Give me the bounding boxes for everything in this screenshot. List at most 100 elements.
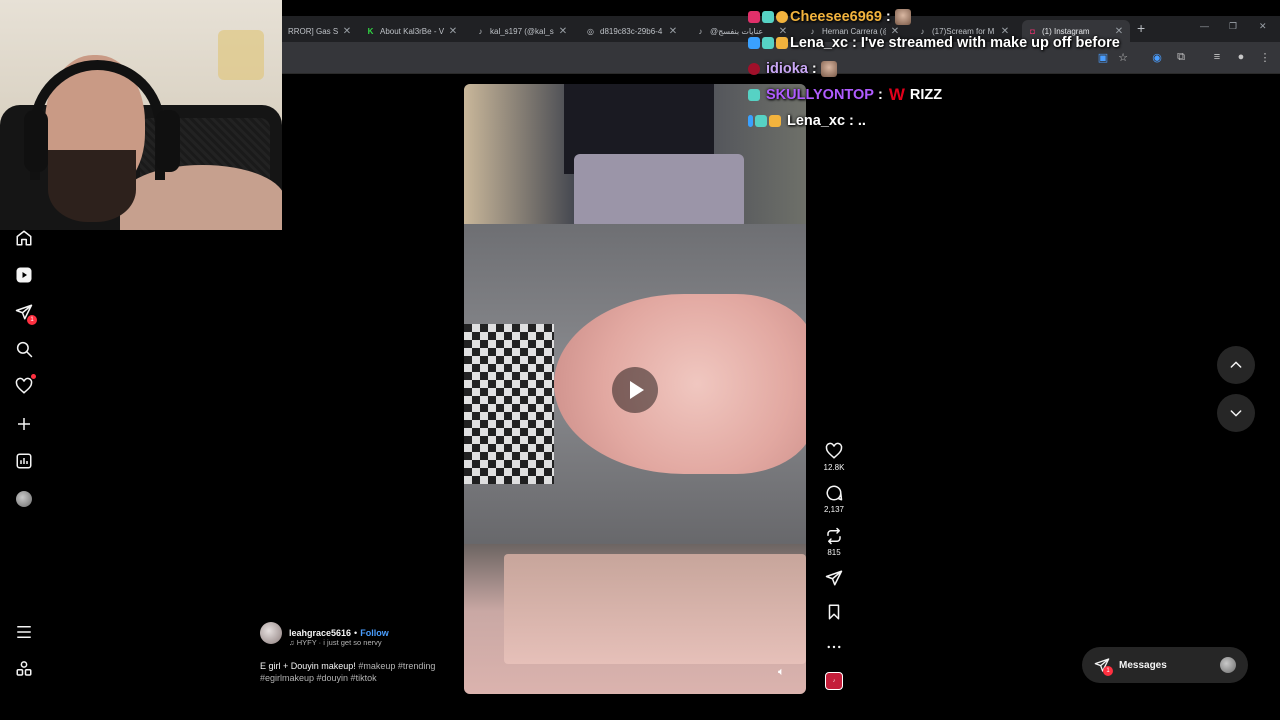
diamond-badge-icon xyxy=(762,37,774,49)
new-tab-button[interactable]: + xyxy=(1137,20,1145,36)
more-options-button[interactable] xyxy=(814,638,854,656)
chat-text: : xyxy=(811,61,817,77)
video-hanging-shirt xyxy=(574,154,744,229)
repost-icon xyxy=(827,527,841,545)
dashboard-icon xyxy=(16,453,32,469)
heart-icon xyxy=(15,377,33,394)
browser-tab[interactable]: ♪ kal_s197 (@kal_s1 ✕ xyxy=(470,20,574,42)
nav-meta-apps[interactable] xyxy=(14,659,34,679)
play-button[interactable] xyxy=(612,367,658,413)
plus-icon xyxy=(18,418,30,430)
tiktok-icon: ♪ xyxy=(698,26,703,36)
comment-button[interactable]: 2,137 xyxy=(814,484,854,514)
repost-button[interactable]: 815 xyxy=(814,527,854,557)
close-icon[interactable]: ✕ xyxy=(558,26,568,37)
browser-tab[interactable]: K About Kal3rBe - V ✕ xyxy=(360,20,464,42)
close-icon[interactable]: ✕ xyxy=(342,26,352,37)
kick-icon: K xyxy=(367,26,374,36)
video-table xyxy=(504,554,806,664)
audio-thumbnail[interactable]: ♪ xyxy=(825,672,843,690)
separator: • xyxy=(354,628,358,638)
save-button[interactable] xyxy=(814,603,854,621)
chevron-up-icon xyxy=(1230,361,1242,368)
nav-create[interactable] xyxy=(14,414,34,434)
tab-title: About Kal3rBe - V xyxy=(380,26,444,36)
browser-menu-icon[interactable]: ⋮ xyxy=(1258,51,1272,64)
video-face xyxy=(554,294,806,474)
comment-icon xyxy=(826,485,843,501)
mute-button[interactable]: 🔈︎ xyxy=(778,666,785,679)
author-avatar[interactable] xyxy=(260,622,282,644)
profile-icon[interactable]: ● xyxy=(1234,51,1248,63)
chat-message: SKULLYONTOP : W RIZZ xyxy=(748,84,942,106)
globe-icon: ◎ xyxy=(587,26,594,36)
tab-title: RROR] Gas Sta xyxy=(288,26,338,36)
search-icon xyxy=(16,341,33,358)
diamond-badge-icon xyxy=(762,11,774,23)
coin-badge-icon xyxy=(776,11,788,23)
nav-profile[interactable] xyxy=(14,489,34,509)
crown-badge-icon xyxy=(776,37,788,49)
chat-username: Lena_xc xyxy=(790,35,849,51)
crown-badge-icon xyxy=(769,115,781,127)
chat-message: idioka : xyxy=(748,58,837,80)
reading-list-icon[interactable]: ≡ xyxy=(1210,51,1224,63)
apps-icon xyxy=(16,661,32,676)
direct-icon-wrap: 1 xyxy=(1094,657,1113,676)
chat-username: Lena_xc xyxy=(787,113,846,129)
chat-message: Cheesee6969 : xyxy=(748,6,911,28)
menu-icon xyxy=(17,626,31,638)
close-icon[interactable]: ✕ xyxy=(448,26,458,37)
follow-button[interactable]: Follow xyxy=(360,628,389,638)
messages-avatar xyxy=(1220,657,1236,673)
read-aloud-icon[interactable]: ◉ xyxy=(1150,51,1164,64)
like-button[interactable]: 12.8K xyxy=(814,442,854,472)
minimize-button[interactable]: — xyxy=(1200,21,1209,31)
previous-reel-button[interactable] xyxy=(1217,346,1255,384)
caption-text: E girl + Douyin makeup! #makeup #trendin… xyxy=(260,660,460,684)
music-icon: ♫ xyxy=(289,638,297,647)
chat-text: : .. xyxy=(849,113,866,129)
home-icon xyxy=(16,230,32,246)
notification-dot xyxy=(31,374,36,379)
nav-dashboard[interactable] xyxy=(14,451,34,471)
window-close-button[interactable]: ✕ xyxy=(1259,21,1267,32)
browser-tab[interactable]: ◎ d819c83c-29b6-4 ✕ xyxy=(580,20,684,42)
browser-tab[interactable]: RROR] Gas Sta ✕ xyxy=(282,20,358,42)
diamond-badge-icon xyxy=(748,89,760,101)
repost-count: 815 xyxy=(827,548,841,557)
headset-earcup xyxy=(24,110,48,172)
nav-direct[interactable]: 1 xyxy=(14,302,37,325)
bookmark-icon xyxy=(828,604,840,620)
author-name[interactable]: leahgrace5616 xyxy=(289,628,351,638)
maximize-button[interactable]: ❐ xyxy=(1229,21,1237,32)
messages-button[interactable]: 1 Messages xyxy=(1082,647,1248,683)
next-reel-button[interactable] xyxy=(1217,394,1255,432)
gift-badge-icon xyxy=(748,11,760,23)
comment-count: 2,137 xyxy=(823,505,845,514)
extensions-icon[interactable]: ⧉ xyxy=(1174,51,1188,64)
audio-info[interactable]: ♫ HYFY · i just get so nervy xyxy=(289,638,382,647)
share-icon xyxy=(825,570,843,586)
webcam-overlay xyxy=(0,0,282,230)
nav-reels[interactable] xyxy=(14,265,34,285)
tiktok-icon: ♪ xyxy=(478,26,483,36)
reel-video[interactable]: 🔈︎ xyxy=(464,84,806,694)
like-count: 12.8K xyxy=(823,463,845,472)
close-icon[interactable]: ✕ xyxy=(668,26,678,37)
heart-icon xyxy=(825,442,843,459)
chat-colon: : xyxy=(877,87,883,103)
cube-badge-icon xyxy=(748,115,753,127)
chevron-down-icon xyxy=(1230,410,1242,417)
screen: RROR] Gas Sta ✕ K About Kal3rBe - V ✕ ♪ … xyxy=(0,0,1280,720)
headset-earcup xyxy=(156,110,180,172)
nav-home[interactable] xyxy=(14,228,34,248)
nav-notifications[interactable] xyxy=(14,374,36,396)
nav-search[interactable] xyxy=(14,339,34,359)
messages-badge: 1 xyxy=(1103,666,1113,676)
nav-more[interactable] xyxy=(14,622,34,642)
diamond-badge-icon xyxy=(755,115,767,127)
chat-message: Lena_xc : I've streamed with make up off… xyxy=(748,32,1120,54)
tab-title: kal_s197 (@kal_s1 xyxy=(490,26,554,36)
share-button[interactable] xyxy=(814,569,854,587)
